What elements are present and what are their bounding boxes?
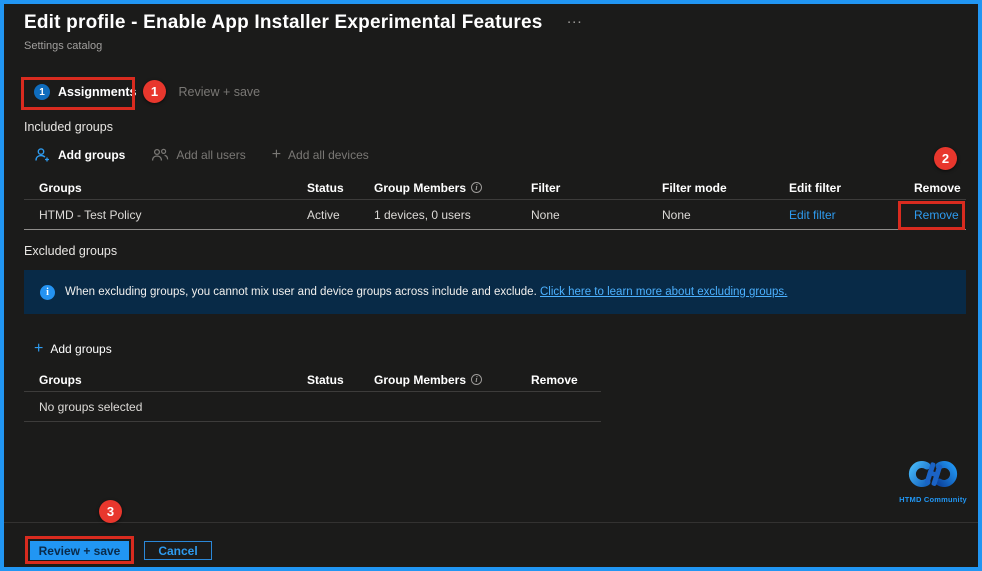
add-groups-label: Add groups bbox=[58, 148, 126, 162]
htmd-logo-icon bbox=[908, 461, 958, 487]
col-status: Status bbox=[307, 180, 344, 195]
row-status: Active bbox=[307, 207, 340, 222]
cancel-button[interactable]: Cancel bbox=[144, 541, 212, 560]
footer-divider bbox=[4, 522, 978, 523]
empty-table-message: No groups selected bbox=[24, 392, 601, 422]
excluding-groups-learn-more-link[interactable]: Click here to learn more about excluding… bbox=[540, 286, 787, 298]
tab-review-save-label: Review + save bbox=[178, 85, 261, 99]
col-filter-mode: Filter mode bbox=[662, 180, 727, 195]
col-remove: Remove bbox=[914, 180, 961, 195]
row-filter-mode: None bbox=[662, 207, 691, 222]
annotation-step-2: 2 bbox=[934, 147, 957, 170]
plus-icon: + bbox=[271, 146, 282, 163]
edit-filter-link[interactable]: Edit filter bbox=[789, 208, 836, 222]
col-groups: Groups bbox=[39, 372, 82, 387]
review-save-button[interactable]: Review + save bbox=[30, 541, 129, 560]
add-groups-button-excluded[interactable]: + Add groups bbox=[34, 340, 112, 358]
add-groups-label: Add groups bbox=[50, 342, 112, 356]
add-all-devices-button[interactable]: + Add all devices bbox=[272, 146, 369, 164]
included-groups-table: Groups Status Group Members i Filter Fil… bbox=[24, 176, 966, 230]
banner-text: When excluding groups, you cannot mix us… bbox=[65, 286, 788, 298]
col-group-members: Group Members i bbox=[359, 181, 516, 195]
add-all-users-label: Add all users bbox=[176, 148, 246, 162]
excluded-table-header: Groups Status Group Members i Remove bbox=[24, 368, 601, 392]
row-group-name: HTMD - Test Policy bbox=[39, 207, 142, 222]
remove-link[interactable]: Remove bbox=[914, 208, 959, 222]
annotation-step-1: 1 bbox=[143, 80, 166, 103]
tab-assignments-label: Assignments bbox=[58, 85, 137, 99]
included-table-header: Groups Status Group Members i Filter Fil… bbox=[24, 176, 966, 200]
excluded-groups-table: Groups Status Group Members i Remove No … bbox=[24, 368, 601, 422]
col-remove: Remove bbox=[531, 372, 578, 387]
people-icon bbox=[152, 148, 169, 161]
annotation-step-3: 3 bbox=[99, 500, 122, 523]
included-groups-heading: Included groups bbox=[24, 120, 113, 134]
htmd-community-logo: HTMD Community bbox=[897, 456, 969, 504]
edit-profile-window: Edit profile - Enable App Installer Expe… bbox=[0, 0, 982, 571]
excluded-groups-heading: Excluded groups bbox=[24, 244, 118, 258]
add-all-users-button[interactable]: Add all users bbox=[151, 147, 246, 163]
add-groups-button[interactable]: Add groups bbox=[34, 147, 125, 163]
step-number-icon: 1 bbox=[34, 84, 50, 100]
page-title: Edit profile - Enable App Installer Expe… bbox=[24, 12, 543, 33]
col-filter: Filter bbox=[531, 180, 561, 195]
col-groups: Groups bbox=[39, 180, 82, 195]
tab-assignments[interactable]: 1 Assignments bbox=[34, 84, 137, 100]
row-group-members: 1 devices, 0 users bbox=[374, 207, 471, 222]
col-group-members: Group Members i bbox=[359, 373, 516, 387]
person-add-icon bbox=[35, 148, 49, 162]
excluded-toolbar: + Add groups bbox=[34, 340, 112, 358]
col-status: Status bbox=[307, 372, 344, 387]
exclusion-info-banner: i When excluding groups, you cannot mix … bbox=[24, 270, 966, 314]
col-edit-filter: Edit filter bbox=[789, 180, 842, 195]
table-row: HTMD - Test Policy Active 1 devices, 0 u… bbox=[24, 200, 966, 230]
add-all-devices-label: Add all devices bbox=[288, 148, 369, 162]
included-toolbar: Add groups Add all users + Add all devic… bbox=[34, 146, 369, 164]
info-icon[interactable]: i bbox=[471, 182, 483, 193]
row-filter: None bbox=[531, 207, 560, 222]
tab-review-save[interactable]: Review + save bbox=[179, 85, 261, 99]
more-options-icon[interactable]: ... bbox=[567, 10, 583, 27]
page-subtitle: Settings catalog bbox=[24, 40, 103, 52]
plus-icon: + bbox=[34, 340, 44, 357]
info-icon: i bbox=[40, 284, 55, 300]
info-icon[interactable]: i bbox=[471, 374, 483, 385]
logo-caption: HTMD Community bbox=[899, 495, 967, 504]
